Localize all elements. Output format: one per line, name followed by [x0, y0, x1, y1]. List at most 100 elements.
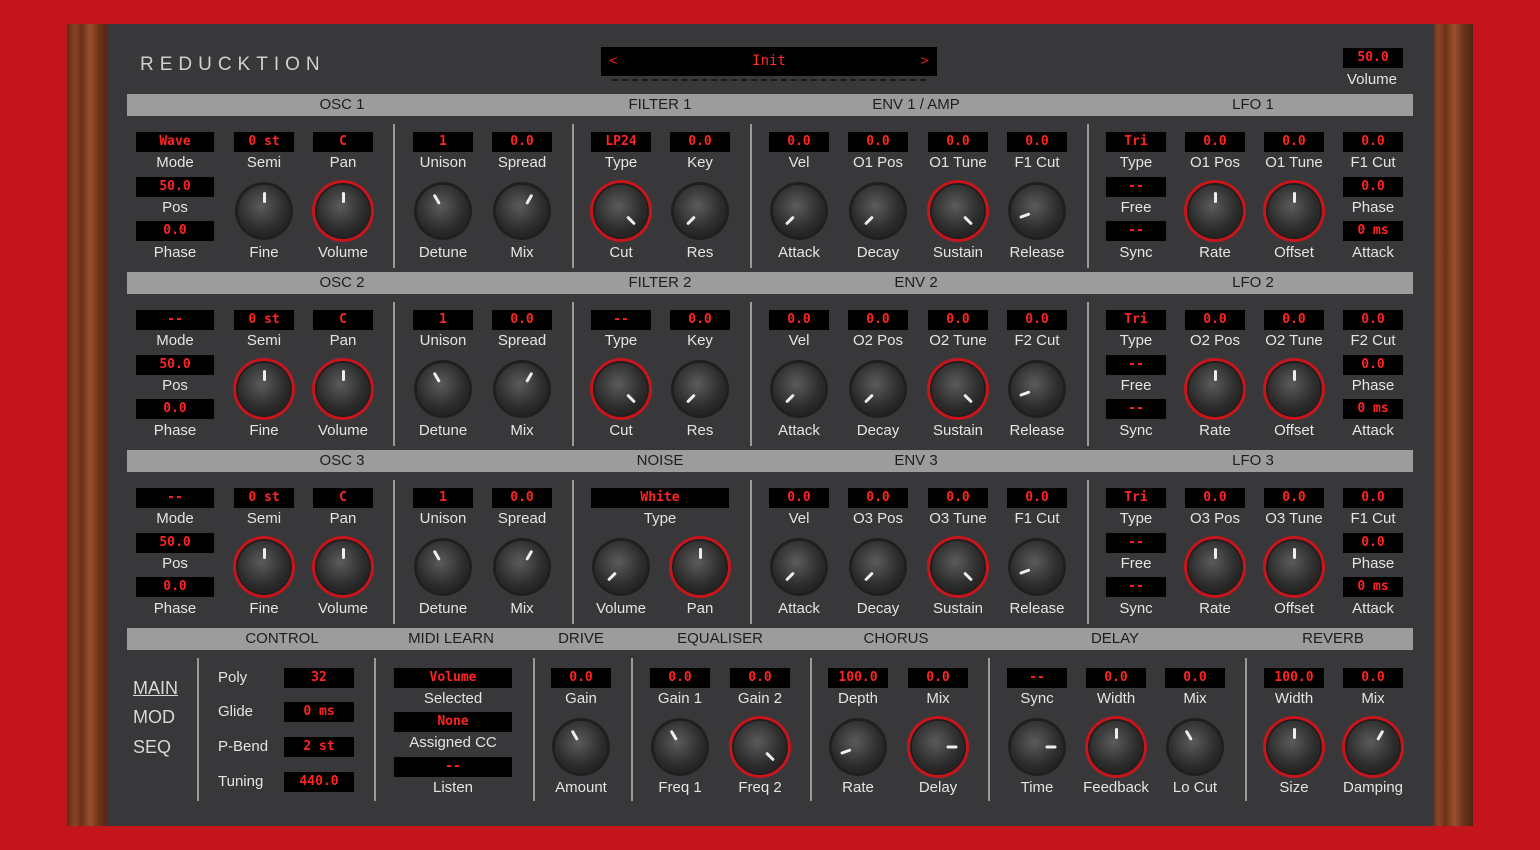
env1-p3-display[interactable]: 0.0 — [1007, 132, 1067, 152]
osc3-detune-knob[interactable] — [417, 541, 469, 593]
reverb-width-display[interactable]: 100.0 — [1264, 668, 1324, 688]
osc1-spread-display[interactable]: 0.0 — [492, 132, 552, 152]
filter1-type-display[interactable]: LP24 — [591, 132, 651, 152]
env3-attack-knob[interactable] — [773, 541, 825, 593]
osc2-semi-display[interactable]: 0 st — [234, 310, 294, 330]
env3-p1-display[interactable]: 0.0 — [848, 488, 908, 508]
lfo1-rate-knob[interactable] — [1189, 185, 1241, 237]
filter1-key-display[interactable]: 0.0 — [670, 132, 730, 152]
lfo1-p3-display[interactable]: 0.0 — [1343, 132, 1403, 152]
env1-p2-display[interactable]: 0.0 — [928, 132, 988, 152]
osc2-pos-display[interactable]: 50.0 — [136, 355, 214, 375]
lfo1-offset-knob[interactable] — [1268, 185, 1320, 237]
lfo2-free-display[interactable]: -- — [1106, 355, 1166, 375]
env1-p1-display[interactable]: 0.0 — [848, 132, 908, 152]
reverb-mix-display[interactable]: 0.0 — [1343, 668, 1403, 688]
osc2-fine-knob[interactable] — [238, 363, 290, 415]
lfo1-p1-display[interactable]: 0.0 — [1185, 132, 1245, 152]
eq-gain2-display[interactable]: 0.0 — [730, 668, 790, 688]
chorus-depth-display[interactable]: 100.0 — [828, 668, 888, 688]
chorus-delay-knob[interactable] — [912, 721, 964, 773]
env1-decay-knob[interactable] — [852, 185, 904, 237]
noise-volume-knob[interactable] — [595, 541, 647, 593]
osc2-pan-display[interactable]: C — [313, 310, 373, 330]
lfo3-sync-display[interactable]: -- — [1106, 577, 1166, 597]
delay-sync-display[interactable]: -- — [1007, 668, 1067, 688]
osc1-fine-knob[interactable] — [238, 185, 290, 237]
lfo1-attack-display[interactable]: 0 ms — [1343, 221, 1403, 241]
lfo1-sync-display[interactable]: -- — [1106, 221, 1166, 241]
env1-sustain-knob[interactable] — [932, 185, 984, 237]
filter2-key-display[interactable]: 0.0 — [670, 310, 730, 330]
osc1-pos-display[interactable]: 50.0 — [136, 177, 214, 197]
env3-sustain-knob[interactable] — [932, 541, 984, 593]
osc2-volume-knob[interactable] — [317, 363, 369, 415]
env2-release-knob[interactable] — [1011, 363, 1063, 415]
control-pbend-display[interactable]: 2 st — [284, 737, 354, 757]
drive-gain-display[interactable]: 0.0 — [551, 668, 611, 688]
control-tuning-display[interactable]: 440.0 — [284, 772, 354, 792]
preset-selector[interactable]: < Init > — [601, 47, 937, 76]
env1-attack-knob[interactable] — [773, 185, 825, 237]
osc1-detune-knob[interactable] — [417, 185, 469, 237]
env3-vel-display[interactable]: 0.0 — [769, 488, 829, 508]
env3-p2-display[interactable]: 0.0 — [928, 488, 988, 508]
master-volume-display[interactable]: 50.0 — [1343, 48, 1403, 68]
nav-seq-tab[interactable]: SEQ — [133, 737, 171, 758]
nav-main-tab[interactable]: MAIN — [133, 678, 178, 699]
eq-gain1-display[interactable]: 0.0 — [650, 668, 710, 688]
osc1-mix-knob[interactable] — [496, 185, 548, 237]
osc1-mode-display[interactable]: Wave — [136, 132, 214, 152]
lfo1-type-display[interactable]: Tri — [1106, 132, 1166, 152]
osc2-unison-display[interactable]: 1 — [413, 310, 473, 330]
osc3-fine-knob[interactable] — [238, 541, 290, 593]
midi-listen-display[interactable]: -- — [394, 757, 512, 777]
osc1-pan-display[interactable]: C — [313, 132, 373, 152]
env2-p3-display[interactable]: 0.0 — [1007, 310, 1067, 330]
filter2-cut-knob[interactable] — [595, 363, 647, 415]
filter1-res-knob[interactable] — [674, 185, 726, 237]
delay-feedback-knob[interactable] — [1090, 721, 1142, 773]
lfo1-phase-display[interactable]: 0.0 — [1343, 177, 1403, 197]
nav-mod-tab[interactable]: MOD — [133, 707, 175, 728]
lfo3-p2-display[interactable]: 0.0 — [1264, 488, 1324, 508]
reverb-damping-knob[interactable] — [1347, 721, 1399, 773]
osc2-phase-display[interactable]: 0.0 — [136, 399, 214, 419]
env2-p2-display[interactable]: 0.0 — [928, 310, 988, 330]
lfo2-rate-knob[interactable] — [1189, 363, 1241, 415]
lfo2-phase-display[interactable]: 0.0 — [1343, 355, 1403, 375]
lfo2-sync-display[interactable]: -- — [1106, 399, 1166, 419]
osc3-phase-display[interactable]: 0.0 — [136, 577, 214, 597]
osc1-unison-display[interactable]: 1 — [413, 132, 473, 152]
env2-sustain-knob[interactable] — [932, 363, 984, 415]
lfo3-free-display[interactable]: -- — [1106, 533, 1166, 553]
osc3-spread-display[interactable]: 0.0 — [492, 488, 552, 508]
midi-assigned-display[interactable]: None — [394, 712, 512, 732]
env1-release-knob[interactable] — [1011, 185, 1063, 237]
lfo3-p3-display[interactable]: 0.0 — [1343, 488, 1403, 508]
eq-freq2-knob[interactable] — [734, 721, 786, 773]
noise-pan-knob[interactable] — [674, 541, 726, 593]
lfo3-type-display[interactable]: Tri — [1106, 488, 1166, 508]
noise-type-display[interactable]: White — [591, 488, 729, 508]
env3-decay-knob[interactable] — [852, 541, 904, 593]
lfo3-phase-display[interactable]: 0.0 — [1343, 533, 1403, 553]
env2-p1-display[interactable]: 0.0 — [848, 310, 908, 330]
lfo3-attack-display[interactable]: 0 ms — [1343, 577, 1403, 597]
osc3-mode-display[interactable]: -- — [136, 488, 214, 508]
eq-freq1-knob[interactable] — [654, 721, 706, 773]
filter2-type-display[interactable]: -- — [591, 310, 651, 330]
osc3-pos-display[interactable]: 50.0 — [136, 533, 214, 553]
env2-decay-knob[interactable] — [852, 363, 904, 415]
preset-next-button[interactable]: > — [921, 53, 929, 69]
midi-selected-display[interactable]: Volume — [394, 668, 512, 688]
control-poly-display[interactable]: 32 — [284, 668, 354, 688]
osc1-semi-display[interactable]: 0 st — [234, 132, 294, 152]
env1-vel-display[interactable]: 0.0 — [769, 132, 829, 152]
osc1-volume-knob[interactable] — [317, 185, 369, 237]
delay-locut-knob[interactable] — [1169, 721, 1221, 773]
lfo2-attack-display[interactable]: 0 ms — [1343, 399, 1403, 419]
osc3-unison-display[interactable]: 1 — [413, 488, 473, 508]
osc2-detune-knob[interactable] — [417, 363, 469, 415]
osc2-mix-knob[interactable] — [496, 363, 548, 415]
